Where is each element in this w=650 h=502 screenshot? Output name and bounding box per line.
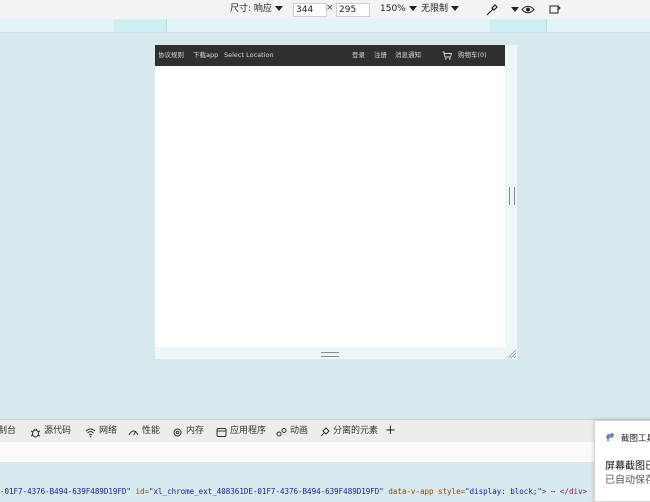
device-toolbar: 尺寸: 响应 344 × 295 150% 无限制	[0, 0, 650, 20]
resize-handle-right[interactable]	[505, 45, 517, 347]
rotate-icon[interactable]	[548, 3, 562, 16]
caret-dropdown[interactable]	[508, 3, 522, 16]
zoom-dropdown[interactable]: 150%	[380, 3, 417, 16]
tab-label: 应用程序	[230, 426, 267, 436]
nav-link-register[interactable]: 注册	[374, 45, 387, 66]
gear-icon	[172, 425, 183, 437]
media-query-segment[interactable]	[140, 19, 167, 32]
notification-app-name: 截图工具	[621, 434, 650, 444]
zoom-label: 150%	[380, 4, 406, 14]
site-top-nav: 协议规则 下载app Select Location 登录 注册 消息通知 购物…	[155, 45, 505, 66]
animation-icon	[276, 425, 287, 437]
add-tab-button[interactable]: +	[385, 420, 396, 442]
media-query-segment[interactable]	[490, 19, 521, 32]
eye-icon[interactable]	[521, 3, 535, 16]
media-query-segment[interactable]	[114, 19, 141, 32]
bug-icon	[30, 425, 41, 438]
grip-icon	[509, 187, 515, 205]
elements-code-line[interactable]: -01F7-4376-B494-639F489D19FD" id="xl_chr…	[0, 486, 650, 498]
tab-performance[interactable]: 性能	[128, 420, 160, 442]
gauge-icon	[128, 425, 139, 436]
devtools-panel-toolbar	[0, 442, 650, 463]
height-input[interactable]: 295	[336, 3, 370, 17]
code-attr-name: data-v-app style=	[383, 487, 466, 496]
chevron-down-icon	[451, 6, 460, 11]
dimensions-label: 尺寸: 响应	[230, 4, 272, 14]
tab-network[interactable]: 网络	[85, 420, 117, 442]
tab-detached-elements[interactable]: 分离的元素	[319, 420, 378, 442]
detached-elements-icon	[319, 425, 330, 437]
nav-link-messages[interactable]: 消息通知	[395, 45, 421, 66]
cart-icon[interactable]	[442, 51, 453, 63]
tab-label: 性能	[142, 426, 161, 436]
eyedropper-icon[interactable]	[485, 3, 499, 16]
tab-animations[interactable]: 动画	[276, 420, 308, 442]
code-attr-value: "display: block;"	[465, 487, 542, 496]
nav-link-select-location[interactable]: Select Location	[224, 45, 274, 66]
device-viewport[interactable]: 协议规则 下载app Select Location 登录 注册 消息通知 购物…	[155, 45, 505, 347]
media-query-segment[interactable]	[520, 19, 547, 32]
tab-label: 内存	[186, 426, 205, 436]
throttle-dropdown[interactable]: 无限制	[421, 3, 460, 16]
tab-memory[interactable]: 内存	[172, 420, 204, 442]
chevron-down-icon	[511, 6, 519, 12]
app-window-icon	[216, 425, 227, 437]
tab-console[interactable]: 制台	[0, 420, 16, 442]
devtools-tab-bar: 制台 源代码 网络 性能 内存 应用程序 动画 分离的元素 +	[0, 419, 650, 443]
code-prefix: -01F7-4376-B494-639F489D19FD"	[0, 487, 131, 496]
code-attr-name: id=	[130, 487, 150, 496]
code-attr-value: "xl_chrome_ext_408361DE-01F7-4376-B494-6…	[149, 487, 384, 496]
tab-label: 源代码	[44, 426, 72, 436]
grip-icon	[321, 352, 339, 357]
tab-label: 动画	[290, 426, 309, 436]
tab-label: 网络	[99, 426, 118, 436]
media-query-bar	[0, 19, 650, 33]
chevron-down-icon	[408, 6, 417, 11]
tab-sources[interactable]: 源代码	[30, 420, 71, 442]
resize-handle-corner[interactable]	[505, 347, 517, 359]
width-input[interactable]: 344	[293, 3, 327, 17]
nav-link-cart[interactable]: 购物车(0)	[458, 45, 487, 66]
code-suffix: > ⋯ </div>	[541, 487, 588, 496]
tab-label: 制台	[0, 426, 17, 436]
notification-heading: 屏幕截图已	[605, 461, 650, 472]
nav-link-rules[interactable]: 协议规则	[158, 45, 184, 66]
corner-grip-icon	[507, 349, 517, 359]
throttle-label: 无限制	[421, 4, 449, 14]
wifi-icon	[85, 425, 96, 438]
tab-application[interactable]: 应用程序	[216, 420, 266, 442]
tab-label: 分离的元素	[333, 426, 379, 436]
chevron-down-icon	[274, 6, 283, 11]
nav-link-download-app[interactable]: 下载app	[193, 45, 218, 66]
nav-link-login[interactable]: 登录	[352, 45, 365, 66]
dimensions-dropdown[interactable]: 尺寸: 响应	[230, 3, 283, 16]
snipping-tool-icon	[606, 433, 614, 441]
resize-handle-bottom[interactable]	[155, 347, 505, 359]
screenshot-notification[interactable]: 截图工具 屏幕截图已 已自动保存	[594, 420, 650, 502]
dimension-separator: ×	[326, 3, 334, 13]
notification-body: 已自动保存	[605, 475, 650, 486]
